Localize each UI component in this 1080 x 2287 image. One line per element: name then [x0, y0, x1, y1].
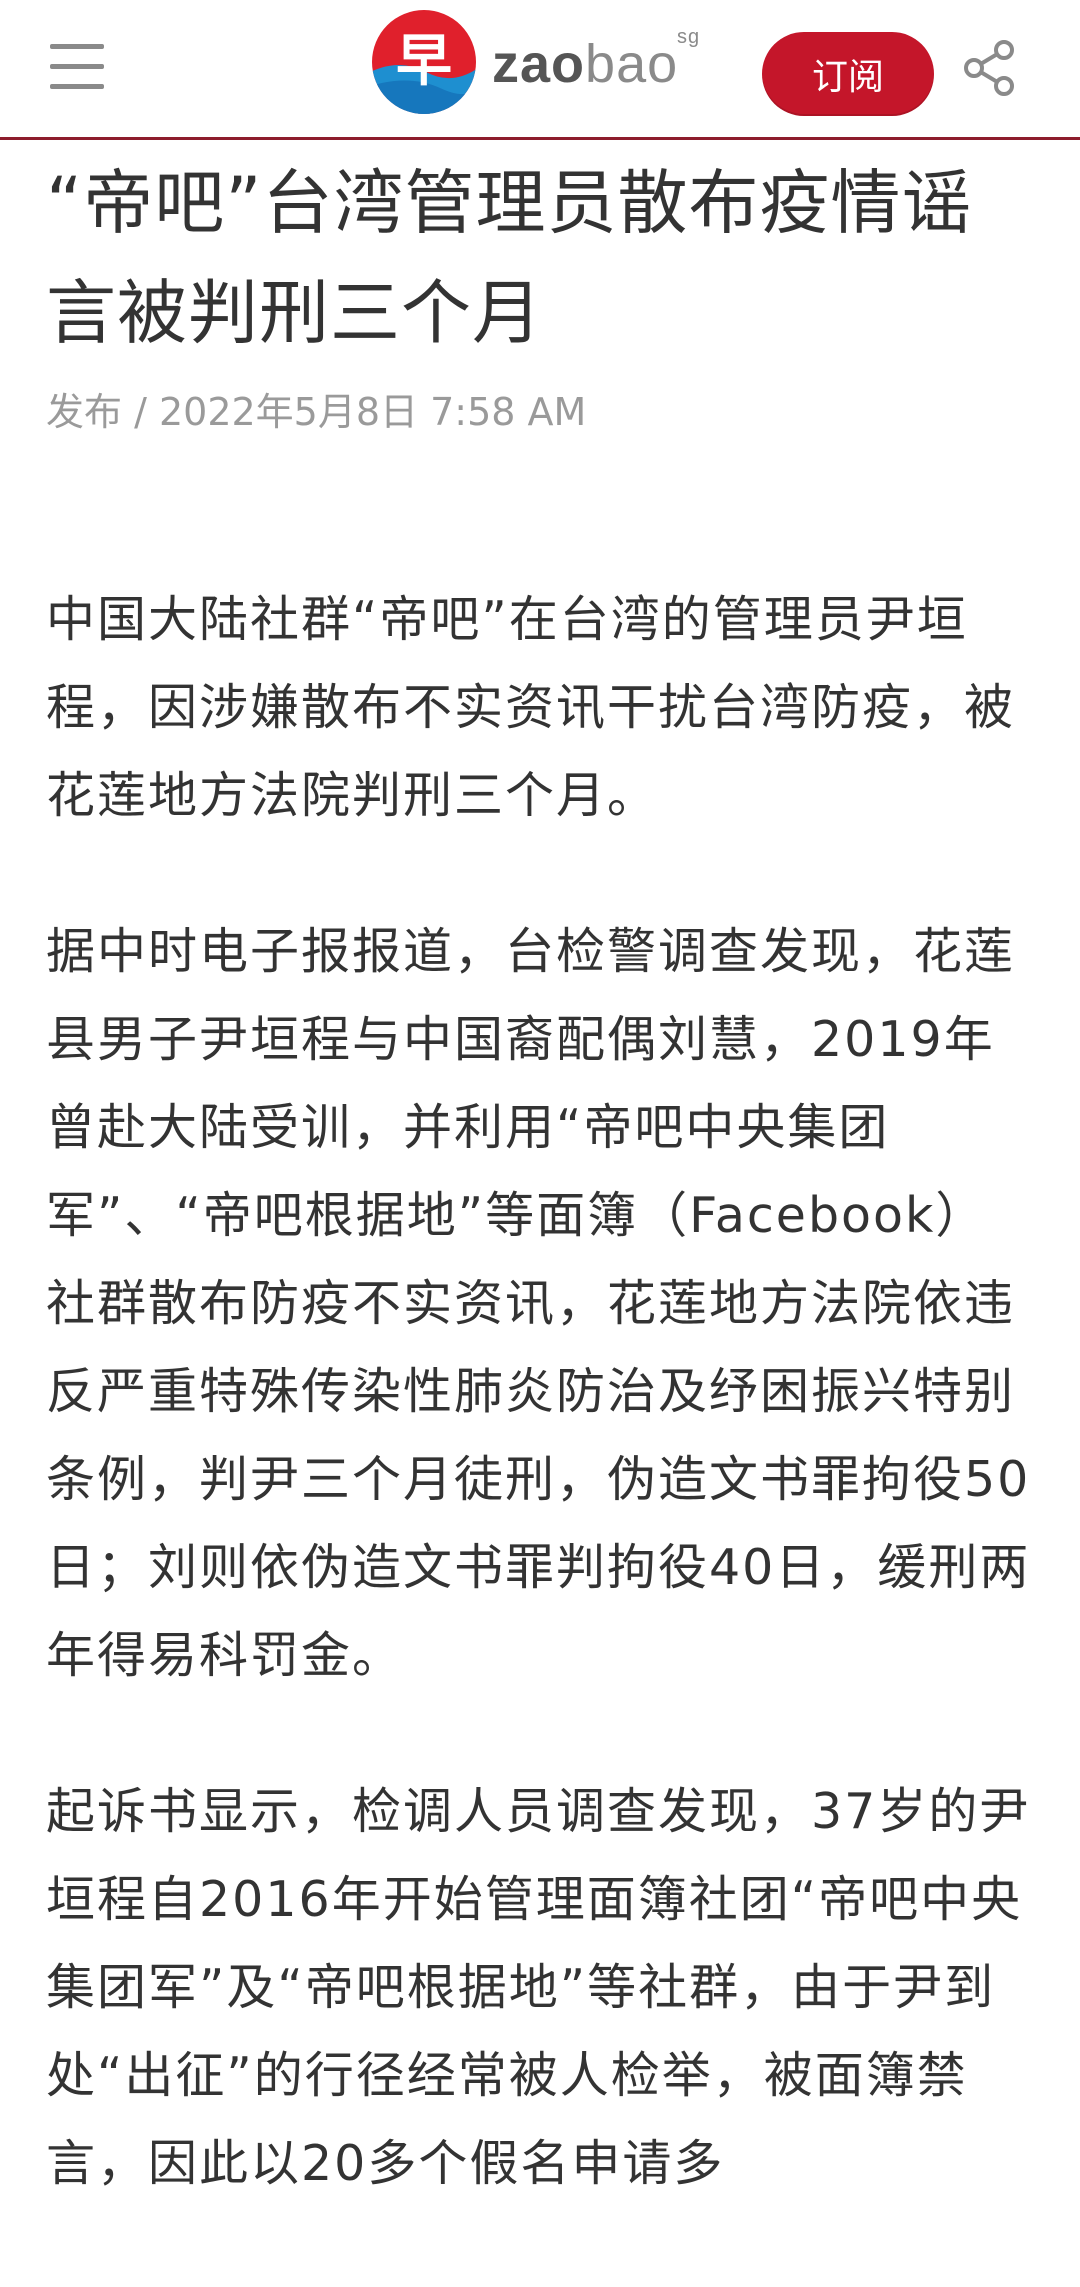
hamburger-menu-icon[interactable]	[46, 36, 110, 96]
logo-mark-text: 早	[396, 29, 452, 94]
article-paragraph: 中国大陆社群“帝吧”在台湾的管理员尹垣程，因涉嫌散布不实资讯干扰台湾防疫，被花莲…	[46, 591, 1016, 824]
menu-line	[50, 64, 104, 69]
share-icon[interactable]	[960, 38, 1020, 98]
article-paragraph: 据中时电子报报道，台检警调查发现，花莲县男子尹垣程与中国裔配偶刘慧，2019年曾…	[46, 923, 1031, 1684]
zaobao-logo[interactable]: 早 zaobao sg	[370, 8, 699, 116]
logo-word-bao: bao	[585, 34, 679, 94]
logo-wordmark: zaobao sg	[492, 27, 699, 94]
subscribe-button[interactable]: 订阅	[762, 32, 934, 116]
article-paragraph: 起诉书显示，检调人员调查发现，37岁的尹垣程自2016年开始管理面簿社团“帝吧中…	[46, 1783, 1031, 2192]
top-bar: 早 zaobao sg 订阅	[0, 0, 1080, 140]
article-publish-date: 发布 / 2022年5月8日 7:58 AM	[46, 390, 587, 434]
article-title: “帝吧”台湾管理员散布疫情谣言被判刑三个月	[46, 162, 973, 354]
article: “帝吧”台湾管理员散布疫情谣言被判刑三个月 发布 / 2022年5月8日 7:5…	[46, 140, 1036, 2276]
menu-line	[50, 44, 104, 49]
menu-line	[50, 84, 104, 89]
logo-word-zao: zao	[492, 34, 586, 94]
article-body: 中国大陆社群“帝吧”在台湾的管理员尹垣程，因涉嫌散布不实资讯干扰台湾防疫，被花莲…	[46, 576, 1036, 2208]
zaobao-logo-icon: 早	[370, 8, 478, 116]
logo-word-sg: sg	[677, 26, 701, 48]
